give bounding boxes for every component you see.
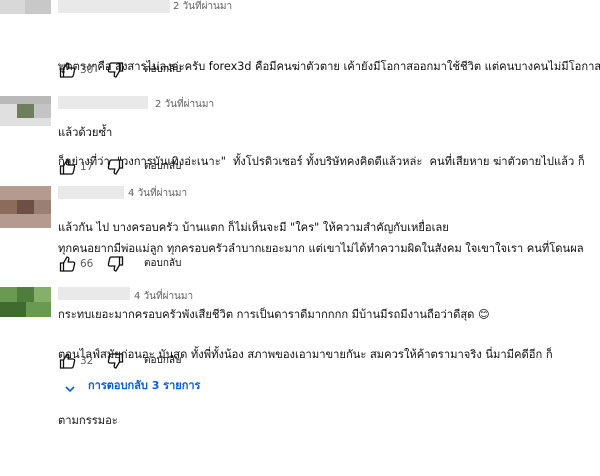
reply-button[interactable]: ตอบกลับ (144, 60, 181, 80)
thumbs-down-icon[interactable] (105, 60, 125, 80)
comment: 2 วันที่ผ่านมา ก็อย่างที่ว่า "วงการบันเท… (0, 96, 600, 234)
avatar[interactable] (0, 287, 51, 317)
thumbs-up-icon[interactable] (58, 60, 78, 80)
thumbs-up-icon[interactable] (58, 157, 78, 177)
comment: 4 วันที่ผ่านมา ทุกคนอยากมีพ่อแม่ลูก ทุกค… (0, 186, 600, 321)
reply-button[interactable]: ตอบกลับ (144, 157, 181, 177)
author-name[interactable] (58, 287, 130, 300)
comment-actions: 30 ตอบกลับ (58, 60, 258, 80)
comment-actions: 66 ตอบกลับ (58, 254, 258, 274)
thumbs-down-icon[interactable] (105, 254, 125, 274)
thumbs-down-icon[interactable] (105, 351, 125, 371)
comment: 4 วันที่ผ่านมา ตอนไลฟ์สมัยก่อนอะ มันสุด … (0, 287, 600, 427)
reply-button[interactable]: ตอบกลับ (144, 351, 181, 371)
view-replies-label: การตอบกลับ 3 รายการ (88, 379, 201, 392)
thumbs-down-icon[interactable] (105, 157, 125, 177)
comment-actions: 32 ตอบกลับ (58, 351, 258, 371)
like-count: 17 (80, 161, 94, 173)
like-count: 66 (80, 258, 94, 270)
thumbs-up-icon[interactable] (58, 351, 78, 371)
chevron-down-icon (64, 380, 76, 393)
like-count: 32 (80, 355, 94, 367)
thumbs-up-icon[interactable] (58, 254, 78, 274)
comment: 2 วันที่ผ่านมา พูดตรงๆคือ สงสารไม่ลงอ่ะค… (0, 0, 600, 139)
avatar[interactable] (0, 96, 51, 126)
comment-actions: 17 ตอบกลับ (58, 157, 258, 177)
reply-button[interactable]: ตอบกลับ (144, 254, 181, 274)
view-replies-button[interactable]: การตอบกลับ 3 รายการ (58, 376, 258, 396)
comment-line: ตามกรรมอะ (58, 414, 118, 427)
avatar[interactable] (0, 186, 51, 228)
avatar[interactable] (0, 0, 51, 14)
like-count: 30 (80, 64, 94, 76)
